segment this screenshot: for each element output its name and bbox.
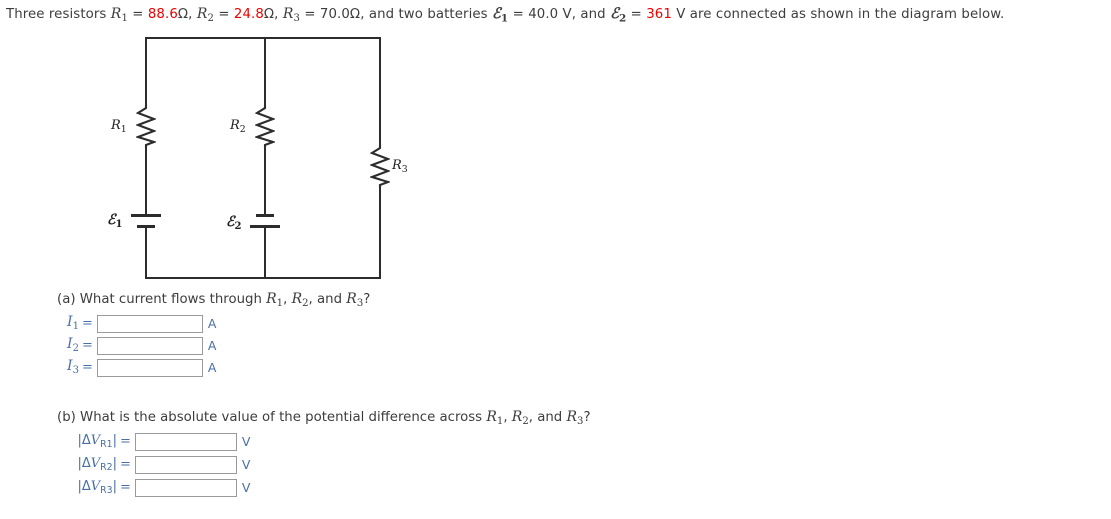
answer-eq-i3: = (82, 360, 93, 375)
qa-r1: R1 (266, 291, 284, 310)
battery-e1-long-plate (131, 214, 161, 217)
ohm-3: Ω (349, 7, 361, 22)
qa-comma-2: , (308, 292, 313, 307)
ohm-1: Ω (177, 7, 189, 22)
r3-value: 70.0 (319, 7, 350, 22)
answer-label-dvr1: |ΔVR1| (77, 433, 117, 450)
qa-qmark: ? (363, 292, 371, 307)
answer-eq-dvr1: = (120, 434, 131, 449)
answer-label-dvr3: |ΔVR3| (77, 479, 117, 496)
answer-unit-i1: A (207, 316, 217, 331)
eq-5: = (630, 7, 642, 22)
wire-branch1-upper (145, 37, 147, 107)
answer-input-i2[interactable] (96, 336, 203, 355)
r2-value: 24.8 (233, 7, 264, 22)
battery-e2-short-plate (256, 214, 274, 217)
answer-label-i1: I1 (67, 314, 79, 333)
answer-input-dvr1[interactable] (134, 432, 237, 451)
qa-and: and (317, 292, 343, 307)
qa-r2: R2 (291, 291, 309, 310)
r2-symbol: R2 (196, 6, 214, 25)
eq-3: = (304, 7, 316, 22)
resistor-r1-label: R1 (111, 118, 127, 135)
answer-label-dvr2: |ΔVR2| (77, 456, 117, 473)
r1-value: 88.6 (147, 7, 178, 22)
resistor-r2-symbol (255, 105, 275, 148)
circuit-diagram: R1 R2 R3 ℰ1 ℰ2 (0, 28, 470, 290)
battery-e1-short-plate (137, 225, 155, 228)
question-b-text: (b) What is the absolute value of the po… (57, 410, 487, 425)
emf1-value: 40.0 (528, 7, 559, 22)
eq-4: = (512, 7, 524, 22)
qb-r3: R3 (566, 409, 584, 428)
answer-label-i2: I2 (67, 336, 79, 355)
r1-symbol: R1 (110, 6, 128, 25)
battery-e1-label: ℰ1 (107, 212, 123, 231)
emf2-value: 361 (646, 7, 672, 22)
qb-comma-1: , (503, 410, 508, 425)
answer-row-dvr1: |ΔVR1| = V (60, 432, 250, 451)
eq-2: = (218, 7, 230, 22)
wire-branch1-lower (145, 146, 147, 214)
battery-e2-label: ℰ2 (226, 214, 242, 233)
qb-qmark: ? (583, 410, 591, 425)
eq-1: = (132, 7, 144, 22)
volt-1: V (562, 7, 572, 22)
wire-branch2-lower (264, 146, 266, 214)
answer-row-i3: I3 = A (57, 358, 216, 377)
emf2-symbol: ℰ2 (610, 5, 627, 25)
qa-comma-1: , (283, 292, 288, 307)
wire-branch2-upper (264, 37, 266, 107)
comma-1: , (188, 7, 193, 22)
answer-label-i3: I3 (67, 358, 79, 377)
wire-bottom (145, 277, 381, 279)
answer-unit-dvr2: V (241, 457, 251, 472)
answer-row-i2: I2 = A (57, 336, 216, 355)
answer-eq-dvr3: = (120, 480, 131, 495)
resistor-r2-label: R2 (230, 118, 246, 135)
answer-input-i3[interactable] (96, 358, 203, 377)
answer-eq-i1: = (82, 316, 93, 331)
emf1-symbol: ℰ1 (492, 5, 509, 25)
wire-branch3-lower (379, 186, 381, 279)
answer-input-i1[interactable] (96, 314, 203, 333)
r3-symbol: R3 (282, 6, 300, 25)
problem-tail: are connected as shown in the diagram be… (689, 7, 1005, 22)
battery-e2-long-plate (250, 225, 280, 228)
wire-branch3-upper (379, 37, 381, 147)
problem-statement: Three resistors R1 = 88.6Ω, R2 = 24.8Ω, … (6, 5, 1004, 24)
question-a-prompt: (a) What current flows through R1, R2, a… (57, 291, 370, 309)
wire-branch2-bottom (264, 228, 266, 279)
resistor-r3-label: R3 (392, 158, 408, 175)
qb-and: and (537, 410, 563, 425)
qb-r1: R1 (486, 409, 504, 428)
problem-mid: , and two batteries (360, 7, 488, 22)
qb-r2: R2 (511, 409, 529, 428)
answer-row-dvr2: |ΔVR2| = V (60, 455, 250, 474)
resistor-r3-symbol (370, 145, 390, 188)
ohm-2: Ω (263, 7, 275, 22)
answer-unit-i3: A (207, 360, 217, 375)
wire-top (145, 37, 381, 39)
comma-2: , (274, 7, 279, 22)
resistor-r1-symbol (136, 105, 156, 148)
wire-branch1-bottom (145, 228, 147, 279)
answer-row-dvr3: |ΔVR3| = V (60, 478, 250, 497)
qa-r3: R3 (346, 291, 364, 310)
answer-input-dvr2[interactable] (134, 455, 237, 474)
answer-row-i1: I1 = A (57, 314, 216, 333)
answer-unit-i2: A (207, 338, 217, 353)
answer-unit-dvr3: V (241, 480, 251, 495)
answer-unit-dvr1: V (241, 434, 251, 449)
comma-3: , (571, 7, 577, 22)
question-a-text: (a) What current flows through (57, 292, 267, 307)
and-1: and (580, 7, 606, 22)
question-b-prompt: (b) What is the absolute value of the po… (57, 409, 591, 427)
answer-eq-i2: = (82, 338, 93, 353)
answer-input-dvr3[interactable] (134, 478, 237, 497)
volt-2: V (676, 7, 686, 22)
problem-lead: Three resistors (6, 7, 107, 22)
answer-eq-dvr2: = (120, 457, 131, 472)
qb-comma-2: , (528, 410, 533, 425)
